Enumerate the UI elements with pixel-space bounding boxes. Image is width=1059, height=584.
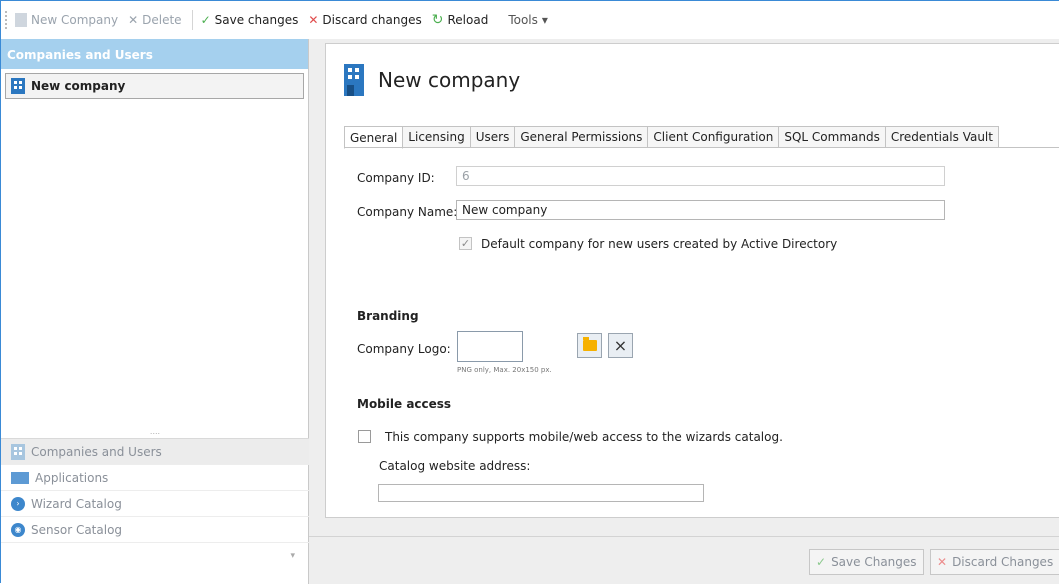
- building-icon: [11, 443, 25, 460]
- toolbar-separator: [191, 10, 193, 30]
- toolbar-grip[interactable]: [5, 11, 9, 29]
- sensor-catalog-icon: ◉: [11, 522, 25, 537]
- new-company-icon: [15, 13, 27, 27]
- discard-changes-button[interactable]: ✕ Discard changes: [308, 13, 421, 27]
- tab-sql-commands[interactable]: SQL Commands: [779, 126, 886, 148]
- reload-icon: ↻: [431, 12, 444, 28]
- company-name-label: Company Name:: [357, 205, 458, 219]
- building-icon: [344, 64, 364, 96]
- nav-item-label: Applications: [35, 470, 109, 485]
- catalog-address-label: Catalog website address:: [379, 459, 531, 473]
- nav-overflow-chevron-icon[interactable]: ▾: [1, 543, 309, 569]
- sidebar: Companies and Users New company .... Com…: [1, 39, 309, 584]
- building-icon: [11, 78, 25, 94]
- nav-item-companies-and-users[interactable]: Companies and Users: [1, 439, 309, 465]
- tab-general-permissions[interactable]: General Permissions: [515, 126, 649, 148]
- company-logo-label: Company Logo:: [357, 342, 451, 356]
- reload-label: Reload: [447, 13, 489, 27]
- new-company-label: New Company: [31, 13, 119, 27]
- discard-button-label: Discard Changes: [952, 555, 1054, 569]
- save-button-label: Save Changes: [831, 555, 917, 569]
- mobile-access-heading: Mobile access: [357, 397, 452, 411]
- sidebar-nav: Companies and Users Applications › Wizar…: [1, 439, 309, 569]
- chevron-down-icon: ▾: [541, 13, 548, 27]
- reload-button[interactable]: ↻ Reload: [432, 12, 489, 28]
- company-id-field[interactable]: 6: [456, 166, 945, 186]
- mobile-support-checkbox[interactable]: [358, 430, 371, 443]
- applications-icon: [11, 471, 29, 484]
- folder-icon: [582, 337, 597, 351]
- save-changes-label: Save changes: [214, 13, 299, 27]
- nav-item-applications[interactable]: Applications: [1, 465, 309, 491]
- checkmark-icon: ✓: [200, 13, 211, 27]
- nav-item-sensor-catalog[interactable]: ◉ Sensor Catalog: [1, 517, 309, 543]
- app-window: New Company ✕ Delete ✓ Save changes ✕ Di…: [0, 0, 1059, 584]
- company-name-field[interactable]: New company: [456, 200, 945, 220]
- catalog-address-field[interactable]: [378, 484, 704, 502]
- splitter-grip: ....: [149, 427, 161, 436]
- close-icon: ×: [613, 335, 628, 355]
- nav-item-label: Companies and Users: [31, 444, 162, 459]
- tree-item-new-company[interactable]: New company: [5, 73, 304, 99]
- sidebar-splitter[interactable]: ....: [1, 427, 309, 439]
- tools-label: Tools: [508, 13, 538, 27]
- discard-changes-label: Discard changes: [322, 13, 422, 27]
- save-button[interactable]: ✓ Save Changes: [809, 549, 924, 575]
- checkmark-icon: ✓: [816, 555, 827, 569]
- company-editor: New company General Licensing Users Gene…: [325, 43, 1059, 518]
- tools-menu[interactable]: Tools ▾: [508, 13, 548, 27]
- page-title: New company: [378, 68, 521, 92]
- logo-hint: PNG only, Max. 20x150 px.: [457, 366, 552, 374]
- save-changes-button[interactable]: ✓ Save changes: [201, 13, 299, 27]
- tab-licensing[interactable]: Licensing: [403, 126, 471, 148]
- action-bar: ✓ Save Changes ✕ Discard Changes: [309, 536, 1059, 584]
- new-company-button[interactable]: New Company: [15, 13, 118, 27]
- close-icon: ✕: [308, 13, 319, 27]
- sidebar-header: Companies and Users: [1, 39, 308, 69]
- close-icon: ✕: [937, 555, 948, 569]
- delete-label: Delete: [142, 13, 182, 27]
- tab-credentials-vault[interactable]: Credentials Vault: [885, 126, 999, 148]
- tab-body-border: [344, 147, 1059, 148]
- branding-heading: Branding: [357, 309, 419, 323]
- default-company-label: Default company for new users created by…: [481, 237, 838, 251]
- tab-strip: General Licensing Users General Permissi…: [344, 126, 999, 149]
- company-logo-preview: [457, 331, 523, 362]
- tab-general[interactable]: General: [344, 126, 404, 149]
- default-company-checkbox[interactable]: ✓: [459, 237, 472, 250]
- browse-logo-button[interactable]: [577, 333, 602, 358]
- nav-item-label: Wizard Catalog: [31, 496, 122, 511]
- mobile-support-label: This company supports mobile/web access …: [385, 430, 783, 444]
- wizard-catalog-icon: ›: [11, 496, 25, 511]
- discard-button[interactable]: ✕ Discard Changes: [930, 549, 1059, 575]
- company-id-label: Company ID:: [357, 171, 435, 185]
- nav-item-label: Sensor Catalog: [31, 522, 123, 537]
- clear-logo-button[interactable]: ×: [608, 333, 633, 358]
- main-panel: New company General Licensing Users Gene…: [309, 39, 1059, 584]
- nav-item-wizard-catalog[interactable]: › Wizard Catalog: [1, 491, 309, 517]
- delete-icon: ✕: [128, 13, 139, 27]
- tab-client-configuration[interactable]: Client Configuration: [648, 126, 780, 148]
- toolbar: New Company ✕ Delete ✓ Save changes ✕ Di…: [1, 1, 1059, 39]
- title-row: New company: [344, 64, 520, 96]
- delete-button[interactable]: ✕ Delete: [128, 13, 182, 27]
- tab-users[interactable]: Users: [470, 126, 516, 148]
- tree-item-label: New company: [31, 79, 126, 93]
